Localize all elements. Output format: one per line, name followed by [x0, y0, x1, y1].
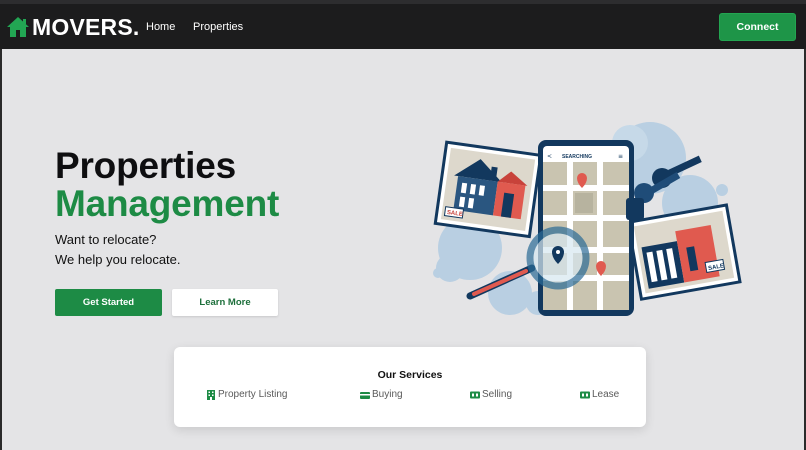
service-selling[interactable]: Selling — [470, 388, 512, 401]
building-card-right: SALE — [626, 203, 742, 301]
svg-text:≡: ≡ — [618, 153, 623, 160]
house-card-left: SALE — [433, 140, 543, 239]
real-estate-illustration: SALE SALE SEARCHING < ≡ — [433, 122, 742, 316]
get-started-button[interactable]: Get Started — [55, 289, 162, 316]
hero-subtitle-line1: Want to relocate? — [55, 232, 157, 247]
navbar: MOVERS. Home Properties Connect — [0, 0, 806, 49]
service-label: Selling — [482, 389, 513, 400]
service-label: Property Listing — [218, 389, 288, 400]
services-card: Our Services Property Listing Buying Sel… — [174, 347, 646, 427]
nav-home-link[interactable]: Home — [146, 20, 175, 34]
services-title: Our Services — [377, 369, 443, 381]
hero-title-line1: Properties — [55, 145, 237, 186]
brand-logo[interactable]: MOVERS. — [6, 14, 139, 40]
phone-header-label: SEARCHING — [562, 154, 592, 160]
ad-icon — [580, 391, 590, 398]
credit-card-icon — [360, 391, 370, 399]
hero-subtitle-line2: We help you relocate. — [55, 252, 181, 267]
svg-text:<: < — [547, 153, 552, 160]
building-icon — [207, 389, 215, 400]
nav-properties-link[interactable]: Properties — [193, 20, 243, 34]
learn-more-button[interactable]: Learn More — [172, 289, 278, 316]
service-label: Buying — [372, 389, 403, 400]
service-property-listing[interactable]: Property Listing — [206, 388, 287, 401]
service-label: Lease — [592, 389, 620, 400]
house-icon — [7, 17, 29, 37]
connect-button[interactable]: Connect — [719, 13, 796, 41]
service-buying[interactable]: Buying — [360, 388, 403, 401]
brand-name: MOVERS. — [32, 14, 140, 40]
hero-title-line2: Management — [55, 183, 280, 224]
service-lease[interactable]: Lease — [580, 388, 619, 401]
ad-icon — [470, 391, 480, 398]
